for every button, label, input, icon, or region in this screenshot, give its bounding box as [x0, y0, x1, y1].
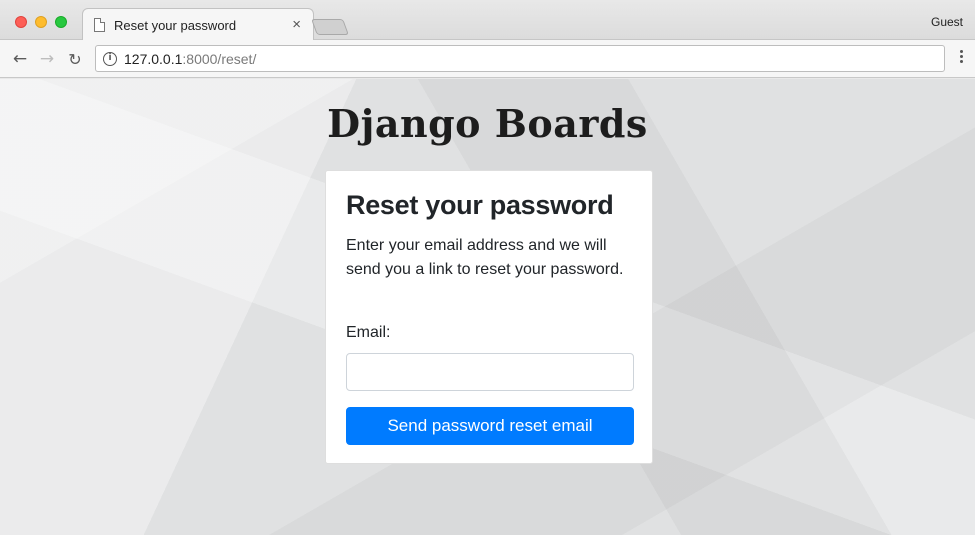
document-icon — [94, 18, 105, 32]
browser-toolbar: ← → ↻ i 127.0.0.1:8000/reset/ — [0, 40, 975, 78]
address-bar[interactable]: i 127.0.0.1:8000/reset/ — [95, 45, 945, 72]
site-logo[interactable]: Django Boards — [0, 101, 975, 146]
reload-icon[interactable]: ↻ — [64, 48, 86, 70]
forward-arrow-icon[interactable]: → — [36, 48, 58, 70]
new-tab-button[interactable] — [311, 19, 349, 35]
card-description: Enter your email address and we will sen… — [346, 237, 624, 278]
email-label: Email: — [346, 324, 391, 341]
minimize-window-button[interactable] — [35, 16, 47, 28]
reset-password-card: Reset your password Enter your email add… — [325, 170, 653, 464]
browser-tab-active[interactable]: Reset your password × — [82, 8, 314, 41]
send-reset-email-button[interactable]: Send password reset email — [346, 407, 634, 445]
back-arrow-icon[interactable]: ← — [9, 48, 31, 70]
info-icon[interactable]: i — [103, 52, 117, 66]
profile-label[interactable]: Guest — [931, 15, 963, 29]
email-field[interactable] — [346, 353, 634, 391]
page-content: Django Boards Reset your password Enter … — [0, 79, 975, 535]
url-host: 127.0.0.1 — [124, 51, 183, 67]
maximize-window-button[interactable] — [55, 16, 67, 28]
tab-title: Reset your password — [114, 18, 237, 33]
kebab-menu-icon[interactable] — [960, 50, 964, 68]
url-text[interactable]: 127.0.0.1:8000/reset/ — [124, 51, 256, 67]
card-title: Reset your password — [346, 190, 614, 220]
close-window-button[interactable] — [15, 16, 27, 28]
browser-titlebar: Reset your password × Guest — [0, 0, 975, 41]
tab-close-icon[interactable]: × — [292, 16, 301, 33]
url-path: :8000/reset/ — [182, 51, 257, 67]
